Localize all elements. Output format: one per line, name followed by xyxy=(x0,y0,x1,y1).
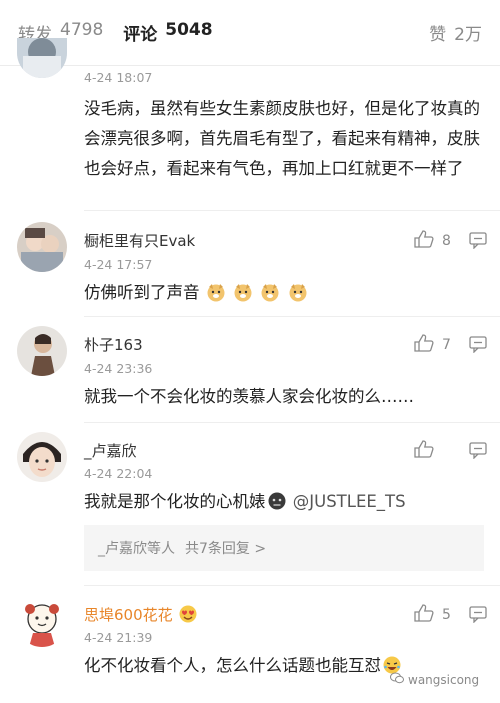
tab-likes-count: 2万 xyxy=(454,25,482,45)
like-count: 7 xyxy=(442,337,451,353)
comment-username[interactable]: 橱柜里有只Evak xyxy=(84,230,195,251)
like-button[interactable]: 8 xyxy=(414,230,451,252)
watermark-text: wangsicong xyxy=(408,672,480,687)
comment-time: 4-24 23:36 xyxy=(84,361,153,376)
mention-link[interactable]: @JUSTLEE_TS xyxy=(293,492,406,511)
like-button[interactable] xyxy=(414,440,434,462)
doge-emoji-icon xyxy=(205,283,227,302)
thumbs-up-icon xyxy=(414,230,434,252)
heart-eyes-emoji-icon xyxy=(177,605,199,624)
divider xyxy=(84,585,500,586)
like-count: 8 xyxy=(442,233,451,249)
like-count: 5 xyxy=(442,607,451,623)
comment-text: 我就是那个化妆的心机婊 @JUSTLEE_TS xyxy=(84,487,480,517)
doge-emoji-icon xyxy=(232,283,254,302)
divider xyxy=(84,210,500,211)
comment-time: 4-24 18:07 xyxy=(84,70,153,85)
replies-summary[interactable]: _卢嘉欣等人 共7条回复 > xyxy=(84,525,484,571)
tab-comments-count: 5048 xyxy=(165,20,213,40)
replies-count-link[interactable]: 共7条回复 > xyxy=(185,538,266,558)
comment-text: 就我一个不会化妆的羡慕人家会化妆的么…… xyxy=(84,387,414,406)
comment-username[interactable]: 朴子163 xyxy=(84,334,143,355)
wechat-icon xyxy=(390,672,404,687)
comment-username[interactable]: 思埠600花花 xyxy=(84,604,199,625)
comment-text-content: 仿佛听到了声音 xyxy=(84,283,200,302)
tab-comments[interactable]: 评论 5048 xyxy=(123,20,212,45)
comment-time: 4-24 17:57 xyxy=(84,257,153,272)
doge-emoji-icon xyxy=(287,283,309,302)
reply-icon[interactable] xyxy=(469,441,487,463)
thumbs-up-icon xyxy=(414,440,434,462)
comment-text: 没毛病，虽然有些女生素颜皮肤也好，但是化了妆真的会漂亮很多啊，首先眉毛有型了，看… xyxy=(84,99,480,178)
watermark: wangsicong xyxy=(390,672,479,687)
like-button[interactable]: 7 xyxy=(414,334,451,356)
avatar[interactable] xyxy=(17,38,67,78)
doge-emoji-icon xyxy=(259,283,281,302)
divider xyxy=(84,316,500,317)
reply-icon[interactable] xyxy=(469,335,487,357)
thumbs-up-icon xyxy=(414,604,434,626)
comment-time: 4-24 22:04 xyxy=(84,466,153,481)
like-button[interactable]: 5 xyxy=(414,604,451,626)
comment-username-text: 思埠600花花 xyxy=(84,606,173,624)
avatar[interactable] xyxy=(17,597,67,647)
comment-tabs: 转发 4798 评论 5048 赞 2万 xyxy=(0,0,500,66)
comment-username[interactable]: _卢嘉欣 xyxy=(84,440,137,461)
reply-icon[interactable] xyxy=(469,605,487,627)
avatar[interactable] xyxy=(17,326,67,376)
comment-text-content: 化不化妆看个人，怎么什么话题也能互怼 xyxy=(84,656,381,675)
tab-likes[interactable]: 赞 2万 xyxy=(429,20,482,45)
thumbs-up-icon xyxy=(414,334,434,356)
dark-face-emoji-icon xyxy=(266,492,288,511)
comment-text: 仿佛听到了声音 xyxy=(84,278,480,308)
comment-time: 4-24 21:39 xyxy=(84,630,153,645)
tab-comments-label: 评论 xyxy=(123,25,158,45)
divider xyxy=(84,422,500,423)
avatar[interactable] xyxy=(17,432,67,482)
avatar[interactable] xyxy=(17,222,67,272)
tab-likes-label: 赞 xyxy=(429,25,447,45)
reply-icon[interactable] xyxy=(469,231,487,253)
replies-users: _卢嘉欣等人 xyxy=(98,541,175,557)
comment-text-content: 我就是那个化妆的心机婊 xyxy=(84,492,266,511)
